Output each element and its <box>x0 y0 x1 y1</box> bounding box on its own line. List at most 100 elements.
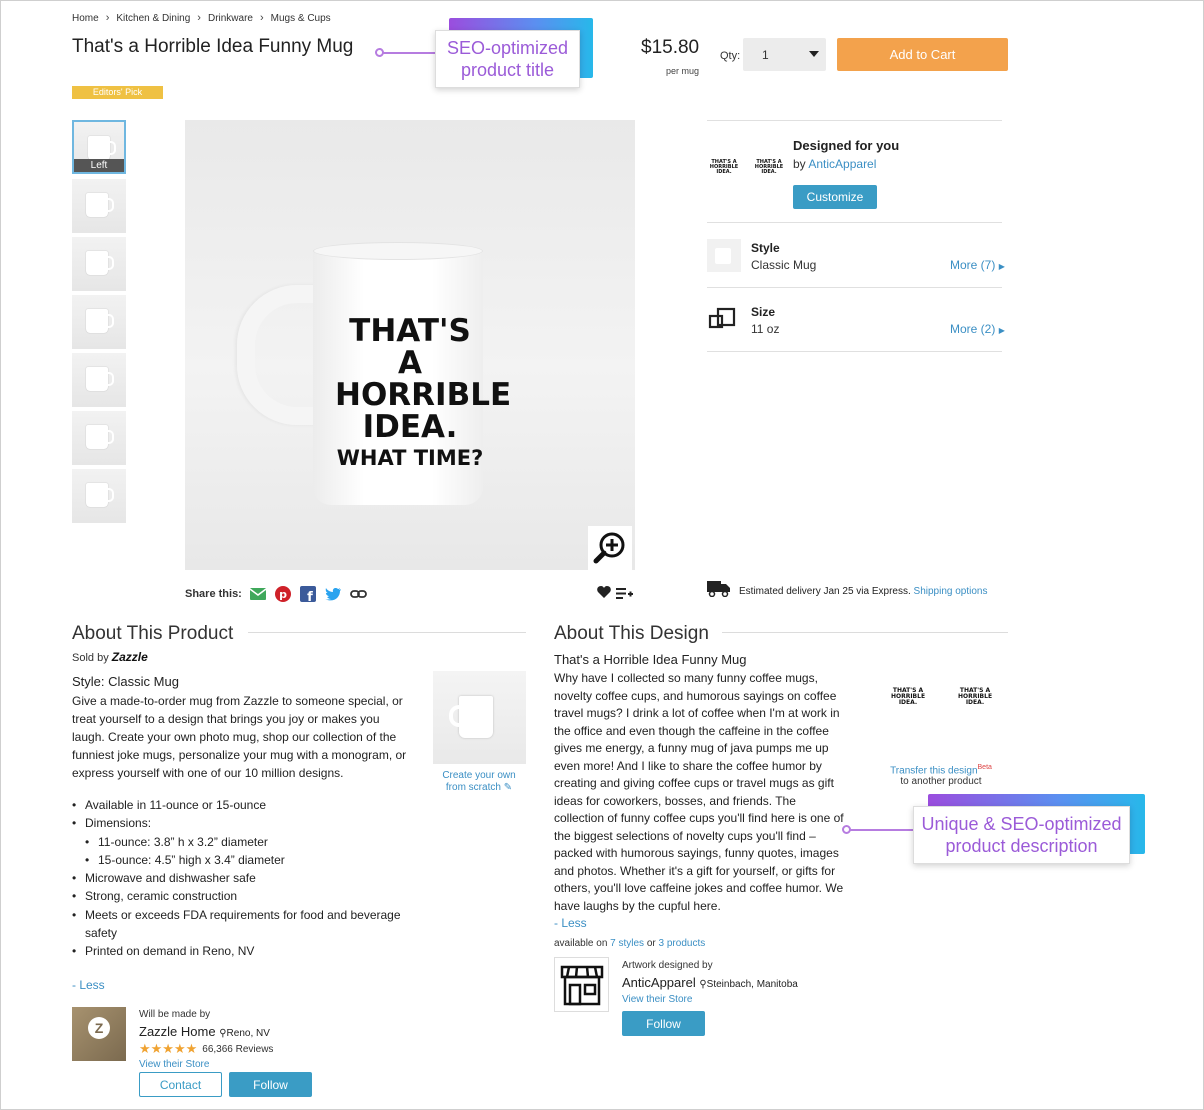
editors-pick-badge: Editors' Pick <box>72 86 163 99</box>
mug-line-4: WHAT TIME? <box>336 446 484 470</box>
store-icon[interactable] <box>554 957 609 1012</box>
chevron-right-icon: › <box>259 12 264 24</box>
pinterest-icon[interactable]: p <box>275 585 292 602</box>
feature-item: 15-ounce: 4.5” high x 3.4” diameter <box>72 851 412 870</box>
made-by-label: Will be made by <box>139 1009 211 1020</box>
thumbnail-item[interactable] <box>72 469 126 523</box>
share-row: Share this: p f <box>185 585 367 602</box>
quantity-value: 1 <box>762 47 769 62</box>
product-features-list: Available in 11-ounce or 15-ounceDimensi… <box>72 796 412 961</box>
about-design-heading: About This Design <box>554 623 709 644</box>
zazzle-logo[interactable]: Zazzle <box>112 650 148 664</box>
create-own-link[interactable]: Create your own from scratch ✎ <box>436 770 522 794</box>
design-preview-2: THAT'S A HORRIBLE IDEA. <box>754 159 784 175</box>
maker-name[interactable]: Zazzle Home <box>139 1024 216 1039</box>
design-less-link[interactable]: - Less <box>554 916 587 930</box>
style-thumbnail <box>707 239 741 272</box>
artist-store-link[interactable]: View their Store <box>622 994 692 1005</box>
beta-badge: Beta <box>977 764 992 771</box>
thumbnail-left[interactable]: Left <box>72 120 126 174</box>
breadcrumb-home[interactable]: Home <box>72 13 99 24</box>
shipping-options-link[interactable]: Shipping options <box>914 586 988 597</box>
zoom-in-icon[interactable] <box>588 526 632 570</box>
design-art-preview-1[interactable]: THAT'S A HORRIBLE IDEA. <box>890 688 926 718</box>
blank-mug-image[interactable] <box>433 671 526 764</box>
design-art-preview-2[interactable]: THAT'S A HORRIBLE IDEA. <box>957 688 993 718</box>
size-title: Size <box>751 305 776 319</box>
style-line: Style: Classic Mug <box>72 674 179 689</box>
available-on-label: available on <box>554 938 608 949</box>
size-icon <box>708 307 736 334</box>
page-title: That's a Horrible Idea Funny Mug <box>72 36 354 57</box>
mug-thumbnail-image <box>86 425 114 449</box>
thumbnail-item[interactable] <box>72 411 126 465</box>
size-more-link[interactable]: More (2) ▶ <box>950 322 1005 336</box>
feature-item: Printed on demand in Reno, NV <box>72 942 412 961</box>
description-callout: Unique & SEO-optimized product descripti… <box>913 806 1130 864</box>
breadcrumb-mugs[interactable]: Mugs & Cups <box>271 13 331 24</box>
view-store-link[interactable]: View their Store <box>139 1059 209 1070</box>
sold-by-label: Sold by <box>72 652 109 664</box>
breadcrumb-kitchen[interactable]: Kitchen & Dining <box>116 13 190 24</box>
twitter-icon[interactable] <box>324 585 342 602</box>
style-more-label: More (7) <box>950 258 996 272</box>
thumbnail-label: Left <box>74 159 124 172</box>
mug-thumbnail-image <box>88 136 116 160</box>
thumbnail-item[interactable] <box>72 179 126 233</box>
about-product-heading: About This Product <box>72 623 234 644</box>
contact-button[interactable]: Contact <box>139 1072 222 1097</box>
maker-location: Reno, NV <box>226 1028 270 1039</box>
callout-line <box>383 52 436 54</box>
mug-thumbnail-image <box>86 193 114 217</box>
thumbnail-item[interactable] <box>72 237 126 291</box>
maker-rating: ★★★★★ 66,366 Reviews <box>139 1041 273 1057</box>
artist-location: Steinbach, Manitoba <box>706 979 798 990</box>
products-link[interactable]: 3 products <box>659 938 706 949</box>
available-on: available on 7 styles or 3 products <box>554 938 705 949</box>
feature-item: Available in 11-ounce or 15-ounce <box>72 796 412 815</box>
caret-right-icon: ▶ <box>998 262 1005 271</box>
mug-line-1: THAT'S A <box>349 313 471 381</box>
customize-button[interactable]: Customize <box>793 185 877 209</box>
style-more-link[interactable]: More (7) ▶ <box>950 258 1005 272</box>
mug-line-2: HORRIBLE <box>335 377 512 413</box>
star-rating-icon: ★★★★★ <box>139 1041 198 1056</box>
review-count[interactable]: 66,366 Reviews <box>202 1044 273 1055</box>
artist-name[interactable]: AnticApparel <box>622 975 696 990</box>
qty-label: Qty: <box>720 50 741 62</box>
heart-icon[interactable] <box>597 586 611 604</box>
title-callout: SEO-optimized product title <box>435 30 580 88</box>
follow-maker-button[interactable]: Follow <box>229 1072 312 1097</box>
artist-info: AnticApparel ⚲Steinbach, Manitoba <box>622 975 798 990</box>
email-icon[interactable] <box>250 585 267 602</box>
thumbnail-item[interactable] <box>72 295 126 349</box>
pencil-icon: ✎ <box>503 782 513 793</box>
quantity-select[interactable]: 1 <box>743 38 826 71</box>
style-title: Style <box>751 241 780 255</box>
follow-artist-button[interactable]: Follow <box>622 1011 705 1036</box>
transfer-design-link[interactable]: Transfer this design <box>890 765 977 776</box>
maker-info: Zazzle Home ⚲Reno, NV <box>139 1024 270 1039</box>
styles-link[interactable]: 7 styles <box>610 938 644 949</box>
add-to-cart-button[interactable]: Add to Cart <box>837 38 1008 71</box>
sold-by: Sold by Zazzle <box>72 650 148 664</box>
truck-icon <box>707 580 731 602</box>
style-value: Classic Mug <box>751 258 817 272</box>
chevron-right-icon: › <box>197 12 201 24</box>
less-link[interactable]: - Less <box>72 978 105 992</box>
designed-by: by AnticApparel <box>793 157 876 171</box>
maker-avatar[interactable]: Z <box>72 1007 126 1061</box>
mug-thumbnail-image <box>86 483 114 507</box>
breadcrumb-drinkware[interactable]: Drinkware <box>208 13 253 24</box>
link-icon[interactable] <box>349 585 367 602</box>
breadcrumb: Home › Kitchen & Dining › Drinkware › Mu… <box>72 12 331 24</box>
by-label: by <box>793 157 806 171</box>
caret-right-icon: ▶ <box>998 326 1005 335</box>
add-to-list-icon[interactable] <box>616 587 633 605</box>
thumbnail-item[interactable] <box>72 353 126 407</box>
design-title: That's a Horrible Idea Funny Mug <box>554 652 747 667</box>
facebook-icon[interactable]: f <box>300 585 317 602</box>
svg-text:f: f <box>308 590 314 602</box>
mug-line-3: IDEA. <box>362 409 458 445</box>
designer-link[interactable]: AnticApparel <box>808 157 876 171</box>
